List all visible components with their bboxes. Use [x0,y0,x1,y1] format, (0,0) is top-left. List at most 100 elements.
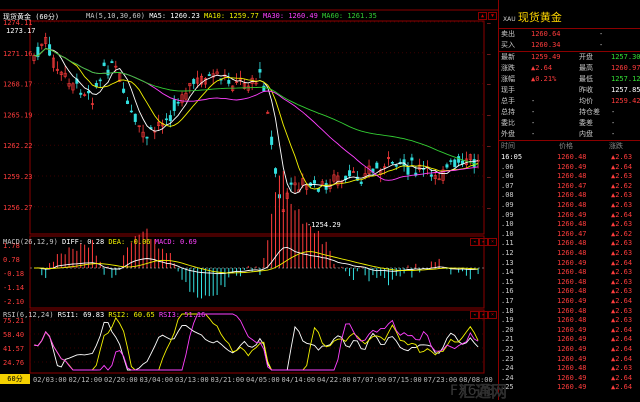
x-tick-label: 04/22:00 [317,376,351,384]
tick-cell: 1260.48 [557,172,587,181]
tick-cell: .10 [501,229,514,238]
tick-cell: .17 [501,297,514,305]
period-label: (60分) [35,13,60,21]
macd-legend-item: MACD(26,12,9) [3,238,63,246]
period-button[interactable]: 60分 [0,374,30,384]
tick-cell: 1260.48 [557,153,587,161]
quote-value: ▲0.21% [531,75,557,83]
tick-cell: .08 [501,191,514,200]
candle-body [102,62,106,66]
tick-cell: ▲2.64 [611,297,633,305]
quote-row: 涨幅 ▲0.21% 最低 1257.12 [499,74,640,85]
tick-cell: ▲2.64 [611,383,633,392]
chart-canvas[interactable]: 1274.11 —1271.16 —1268.17 —1265.19 —1262.22—… [0,0,498,400]
tick-row: .25 1260.49 ▲2.64 [499,382,640,392]
tick-cell: 1260.47 [557,229,587,238]
tick-row: .10 1260.47 ▲2.62 [499,229,640,239]
x-tick-label: 04/05:00 [246,376,280,384]
macd-legend-item: MACD: 0.69 [154,238,197,246]
tick-row: .24 1260.49 ▲2.64 [499,373,640,383]
rsi-next-button[interactable]: ▸ [479,311,488,319]
rsi3-line [33,313,479,371]
macd-close-button[interactable]: × [488,238,497,246]
y-tick-label-right: — [487,51,491,58]
quote-value: 1259.49 [531,53,561,61]
candle-body [192,79,196,84]
toolbar-up-button[interactable]: ▲ [478,12,487,20]
macd-legend-item: DIFF: 0.28 [62,238,109,246]
symbol-title: 现货黄金 [517,11,562,24]
candle-body [406,167,410,175]
candle-body [394,165,398,167]
tick-cell: .09 [501,201,514,209]
rsi-prev-button[interactable]: ◂ [470,311,479,319]
x-tick-label: 07/07:00 [352,376,387,384]
quote-label: 内盘 [579,130,593,138]
tick-cell: 1260.48 [557,239,587,248]
tick-cell: ▲2.62 [611,181,633,190]
x-tick-label: 07/15:00 [388,376,422,384]
candle-body [270,136,274,145]
toolbar-down-button[interactable]: ▼ [488,12,497,20]
quote-value: - [531,119,536,127]
tick-cell: ▲2.64 [611,354,633,363]
candle-body [359,181,363,184]
tick-cell: .19 [501,316,514,325]
candle-body [98,79,102,82]
quote-value: 1257.30 [611,53,640,61]
tick-cell: 16:05 [501,153,523,161]
tick-cell: ▲2.63 [611,249,633,257]
watermark-text: 汇通网 [459,382,508,401]
tick-cell: 1260.48 [557,316,587,325]
y-tick-label: 1259.23 [3,173,33,181]
y-tick-label: 1256.27 [3,204,33,212]
ma-legend-item: MA10: 1259.77 [204,12,264,20]
tick-row: .22 1260.49 ▲2.64 [499,344,640,354]
tick-cell: .10 [501,220,514,229]
candle-body [410,157,414,161]
x-tick-label: 02/03:00 [33,376,67,384]
tick-cell: ▲2.63 [611,191,633,200]
quote-label: 委比 [501,119,515,127]
tick-cell: ▲2.63 [611,364,633,373]
rsi-tick-label: 41.57 [3,345,24,353]
candle-body [172,99,176,111]
y-tick-label-right: — [487,205,491,212]
candle-body [449,160,453,162]
symbol-code: XAU [503,16,516,23]
macd-prev-button[interactable]: ◂ [470,238,479,246]
candle-body [87,90,91,94]
tick-cell: 1260.49 [557,325,587,334]
candle-body [445,164,449,168]
y-tick-label-right: — [487,112,491,119]
y-tick-label-right: — [487,20,491,27]
tick-cell: 1260.49 [557,345,587,353]
macd-tick-label: -1.14 [3,284,24,292]
quote-value: 1257.12 [611,75,640,83]
macd-next-button[interactable]: ▸ [479,238,488,246]
tick-row: .08 1260.48 ▲2.63 [499,190,640,200]
tick-cell: ▲2.63 [611,153,633,161]
tick-cell: 1260.49 [557,373,587,382]
candle-body [110,61,114,64]
tick-cell: .13 [501,258,514,267]
rsi-legend-item: RSI2: 60.65 [108,311,159,319]
tick-cell: 1260.48 [557,191,587,200]
tick-cell: 1260.49 [557,162,587,171]
kline-chart-panel[interactable]: 1274.11—1271.16—1268.17—1265.19—1262.22—… [0,0,498,400]
tick-cell: 1260.49 [557,258,587,267]
quote-label: 最新 [501,53,515,61]
tick-cell: .14 [501,268,514,277]
quote-value: 1257.85 [611,86,640,94]
quote-value: - [531,130,536,138]
tick-cell: .11 [501,239,514,248]
tick-cell: .09 [501,210,514,219]
rsi-legend-item: RSI3: 51.16 [158,311,206,319]
rsi-legend-item: RSI(6,12,24) [3,311,58,319]
sell-row: 卖出 1260.64 - [501,30,604,38]
tick-header: 时间 价格 涨跌 [501,142,623,150]
rsi-close-button[interactable]: × [488,311,497,319]
tick-cell: ▲2.63 [611,220,633,229]
macd-legend-item: DEA: -0.06 [108,238,155,246]
symbol-header: XAU 现货黄金 [503,10,562,26]
